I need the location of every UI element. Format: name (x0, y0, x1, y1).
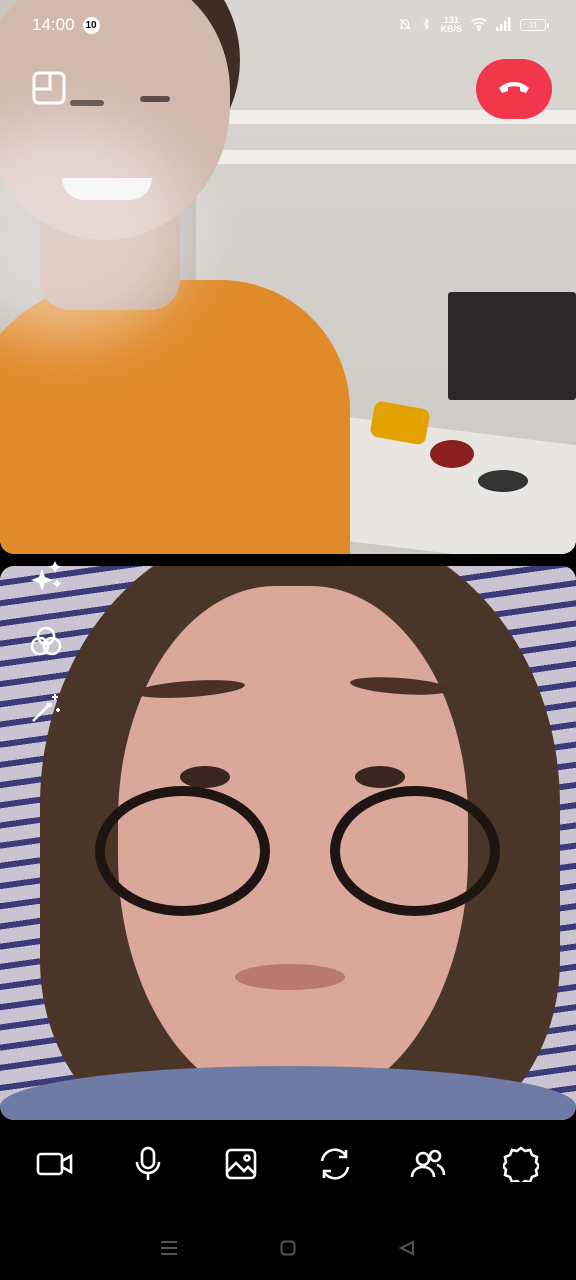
effects-toolbar (26, 560, 66, 728)
back-icon (398, 1239, 415, 1261)
wifi-icon (470, 17, 488, 34)
switch-camera-icon (317, 1147, 353, 1186)
monitor (448, 292, 576, 400)
signal-icon (496, 16, 512, 34)
network-speed: 131 KB/S (440, 16, 462, 34)
microphone-icon (134, 1146, 162, 1187)
network-speed-unit: KB/S (440, 24, 462, 34)
switch-camera-button[interactable] (311, 1142, 359, 1190)
ceiling-beam (196, 150, 576, 164)
picture-in-picture-icon (32, 71, 66, 110)
filters-button[interactable] (26, 626, 66, 662)
recent-apps-button[interactable] (154, 1235, 184, 1265)
battery-level: 31 (528, 20, 538, 30)
settings-button[interactable] (497, 1142, 545, 1190)
battery-icon: 31 (520, 19, 549, 31)
glasses-lens (330, 786, 500, 916)
mousepad (478, 470, 528, 492)
end-call-icon (497, 78, 531, 101)
participants-button[interactable] (404, 1142, 452, 1190)
magic-wand-icon (29, 691, 63, 730)
back-button[interactable] (392, 1235, 422, 1265)
home-icon (280, 1240, 296, 1261)
remote-person-eye (70, 100, 104, 106)
local-person-lips (235, 964, 345, 990)
microphone-button[interactable] (124, 1142, 172, 1190)
image-button[interactable] (217, 1142, 265, 1190)
call-toolbar (0, 1140, 576, 1192)
participants-icon (410, 1148, 446, 1185)
camera-button[interactable] (31, 1142, 79, 1190)
home-button[interactable] (273, 1235, 303, 1265)
end-call-button[interactable] (476, 59, 552, 119)
mute-icon (398, 17, 412, 34)
remote-person-eye (140, 96, 170, 102)
status-time: 14:00 (32, 15, 75, 34)
system-navigation-bar (0, 1228, 576, 1272)
notification-badge: 10 (82, 16, 100, 34)
camera-icon (36, 1150, 74, 1183)
status-left: 14:00 10 (32, 15, 100, 35)
sparkles-button[interactable] (26, 560, 66, 596)
status-right: 131 KB/S 31 (398, 16, 549, 34)
local-person-eye (355, 766, 405, 788)
bluetooth-icon (420, 17, 432, 34)
picture-in-picture-button[interactable] (31, 71, 67, 110)
local-person-eye (180, 766, 230, 788)
filters-icon (29, 625, 63, 664)
image-icon (225, 1148, 257, 1185)
status-bar: 14:00 10 131 KB/S 31 (0, 0, 576, 50)
magic-wand-button[interactable] (26, 692, 66, 728)
local-video-feed[interactable] (0, 566, 576, 1120)
glasses-lens (95, 786, 270, 916)
settings-icon (501, 1145, 541, 1187)
mouse (430, 440, 474, 468)
menu-icon (160, 1240, 178, 1261)
sparkles-icon (28, 559, 64, 598)
